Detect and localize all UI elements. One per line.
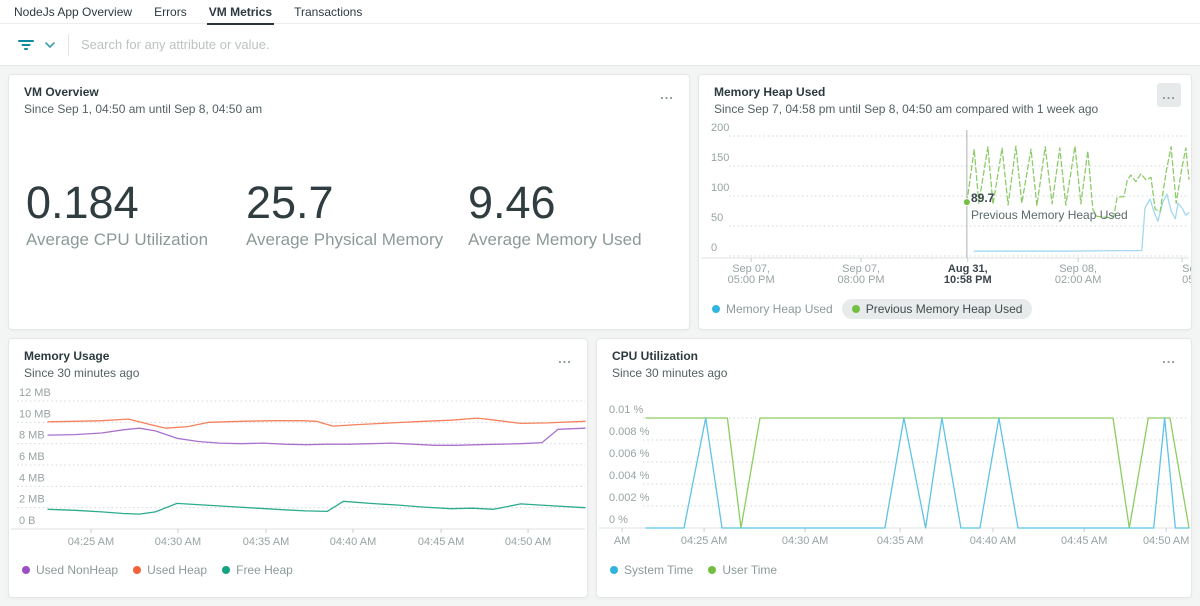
legend-item[interactable]: Free Heap	[222, 563, 293, 577]
panel-menu-button[interactable]: ...	[1157, 347, 1181, 371]
legend-dot-icon	[222, 566, 230, 574]
legend-dot-icon	[610, 566, 618, 574]
legend-label: User Time	[722, 563, 777, 577]
billboard-metric: 25.7 Average Physical Memory	[246, 179, 443, 250]
svg-text:0.002 %: 0.002 %	[609, 492, 650, 504]
metric-value: 0.184	[26, 179, 208, 226]
panel-menu-button[interactable]: ...	[655, 83, 679, 107]
panel-menu-button[interactable]: ...	[1157, 83, 1181, 107]
svg-text:05:: 05:	[1182, 274, 1191, 286]
legend-item[interactable]: User Time	[708, 563, 777, 577]
legend-label: Previous Memory Heap Used	[866, 302, 1023, 316]
legend-label: Memory Heap Used	[726, 302, 833, 316]
legend-item[interactable]: Used NonHeap	[22, 563, 118, 577]
panel-cpu-utilization: 0 % 0.002 % 0.004 % 0.006 % 0.008 % 0.01 % AM 0…	[596, 338, 1192, 598]
chart-legend: Memory Heap Used Previous Memory Heap Use…	[712, 299, 1032, 319]
svg-text:200: 200	[711, 122, 729, 134]
metric-label: Average Physical Memory	[246, 230, 443, 250]
legend-dot-icon	[852, 305, 860, 313]
panel-title: VM Overview	[24, 85, 675, 99]
legend-label: Free Heap	[236, 563, 293, 577]
chevron-down-icon[interactable]	[44, 41, 56, 49]
svg-text:0.01 %: 0.01 %	[609, 404, 643, 416]
metric-value: 9.46	[468, 179, 642, 226]
tab-transactions[interactable]: Transactions	[292, 0, 364, 25]
divider	[68, 34, 69, 56]
svg-text:0.006 %: 0.006 %	[609, 448, 650, 460]
panel-subtitle: Since 30 minutes ago	[612, 366, 1177, 380]
svg-text:08:00 PM: 08:00 PM	[838, 274, 885, 286]
panel-title: Memory Heap Used	[714, 85, 1177, 99]
svg-text:10 MB: 10 MB	[19, 408, 51, 420]
metric-label: Average CPU Utilization	[26, 230, 208, 250]
svg-text:8 MB: 8 MB	[19, 430, 45, 442]
panel-title: CPU Utilization	[612, 349, 1177, 363]
svg-text:04:50 AM: 04:50 AM	[1143, 535, 1189, 547]
svg-text:04:25 AM: 04:25 AM	[68, 536, 114, 548]
svg-text:04:35 AM: 04:35 AM	[877, 535, 923, 547]
legend-dot-icon	[712, 305, 720, 313]
legend-dot-icon	[133, 566, 141, 574]
dashboard-content: VM Overview Since Sep 1, 04:50 am until …	[0, 66, 1200, 606]
panel-vm-overview: VM Overview Since Sep 1, 04:50 am until …	[8, 74, 690, 330]
legend-dot-icon	[708, 566, 716, 574]
svg-text:04:45 AM: 04:45 AM	[418, 536, 464, 548]
search-input[interactable]	[81, 37, 1190, 52]
tab-nodejs-app-overview[interactable]: NodeJs App Overview	[12, 0, 134, 25]
legend-label: System Time	[624, 563, 693, 577]
chart-legend: Used NonHeap Used Heap Free Heap	[22, 563, 293, 577]
legend-item[interactable]: Memory Heap Used	[712, 302, 833, 316]
svg-text:04:40 AM: 04:40 AM	[330, 536, 376, 548]
legend-dot-icon	[22, 566, 30, 574]
svg-text:12 MB: 12 MB	[19, 387, 51, 399]
legend-label: Used Heap	[147, 563, 207, 577]
svg-text:0: 0	[711, 242, 717, 254]
svg-text:02:00 AM: 02:00 AM	[1055, 274, 1101, 286]
svg-text:04:35 AM: 04:35 AM	[243, 536, 289, 548]
metric-label: Average Memory Used	[468, 230, 642, 250]
panel-title: Memory Usage	[24, 349, 573, 363]
svg-text:150: 150	[711, 152, 729, 164]
panel-subtitle: Since Sep 1, 04:50 am until Sep 8, 04:50…	[24, 102, 675, 116]
legend-item[interactable]: Used Heap	[133, 563, 207, 577]
svg-text:6 MB: 6 MB	[19, 451, 45, 463]
panel-subtitle: Since 30 minutes ago	[24, 366, 573, 380]
svg-text:0 B: 0 B	[19, 515, 36, 527]
svg-text:04:25 AM: 04:25 AM	[681, 535, 727, 547]
chart-legend: System Time User Time	[610, 563, 777, 577]
tab-vm-metrics[interactable]: VM Metrics	[207, 0, 274, 25]
svg-text:AM: AM	[614, 535, 631, 547]
legend-item[interactable]: System Time	[610, 563, 693, 577]
svg-text:0.004 %: 0.004 %	[609, 470, 650, 482]
filter-icon[interactable]	[16, 36, 36, 54]
svg-text:05:00 PM: 05:00 PM	[728, 274, 775, 286]
svg-text:04:50 AM: 04:50 AM	[505, 536, 551, 548]
billboard-metric: 9.46 Average Memory Used	[468, 179, 642, 250]
tab-errors[interactable]: Errors	[152, 0, 189, 25]
svg-text:0 %: 0 %	[609, 514, 628, 526]
svg-text:04:45 AM: 04:45 AM	[1061, 535, 1107, 547]
panel-subtitle: Since Sep 7, 04:58 pm until Sep 8, 04:50…	[714, 102, 1177, 116]
legend-item[interactable]: Previous Memory Heap Used	[842, 299, 1033, 319]
filter-bar	[0, 23, 1200, 66]
panel-memory-usage: 0 B 2 MB 4 MB 6 MB 8 MB 10 MB 12 MB 04:25 AM 04:…	[8, 338, 588, 598]
svg-text:50: 50	[711, 212, 723, 224]
svg-text:04:30 AM: 04:30 AM	[782, 535, 828, 547]
svg-text:04:30 AM: 04:30 AM	[155, 536, 201, 548]
legend-label: Used NonHeap	[36, 563, 118, 577]
svg-text:100: 100	[711, 182, 729, 194]
panel-memory-heap-used: 050100150200Sep 07,05:00 PMSep 07,08:00 …	[698, 74, 1192, 330]
svg-text:2 MB: 2 MB	[19, 494, 45, 506]
svg-text:4 MB: 4 MB	[19, 472, 45, 484]
metric-value: 25.7	[246, 179, 443, 226]
svg-text:04:40 AM: 04:40 AM	[970, 535, 1016, 547]
top-navigation: NodeJs App Overview Errors VM Metrics Tr…	[0, 0, 1200, 23]
panel-menu-button[interactable]: ...	[553, 347, 577, 371]
svg-text:0.008 %: 0.008 %	[609, 426, 650, 438]
svg-text:10:58 PM: 10:58 PM	[944, 274, 992, 286]
billboard-metric: 0.184 Average CPU Utilization	[26, 179, 208, 250]
